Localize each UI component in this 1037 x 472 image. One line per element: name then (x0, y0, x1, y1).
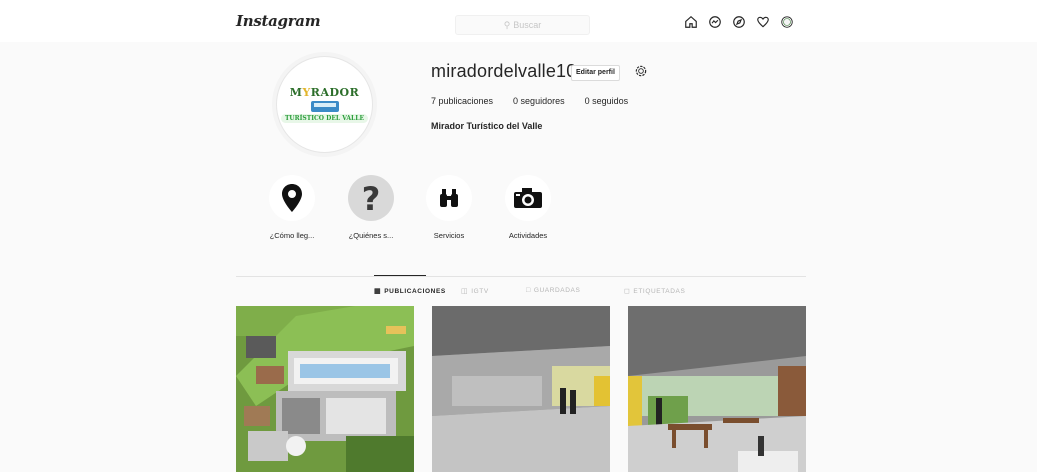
highlight-servicios[interactable]: Servicios (414, 175, 484, 240)
active-tab-indicator (374, 275, 426, 276)
followers-count[interactable]: 0 seguidores (513, 96, 565, 106)
highlight-circle (426, 175, 472, 221)
search-placeholder: Buscar (513, 20, 542, 30)
bus-icon (310, 101, 339, 112)
settings-gear-icon[interactable] (634, 64, 648, 78)
instagram-logo[interactable]: Instagram (236, 12, 321, 30)
avatar-logo-text: MYRADOR (289, 86, 360, 99)
highlight-circle (269, 175, 315, 221)
highlight-label: Actividades (508, 231, 548, 240)
heart-icon[interactable] (755, 14, 771, 30)
search-icon: ⚲ (503, 19, 511, 30)
tab-label: PUBLICACIONES (384, 287, 446, 295)
highlight-circle: ? (348, 175, 394, 221)
profile-avatar[interactable]: MYRADOR TURÍSTICO DEL VALLE (276, 56, 373, 153)
post-thumbnail-terrace-render[interactable] (628, 306, 806, 472)
search-input[interactable]: ⚲ Buscar (455, 15, 590, 35)
highlight-actividades[interactable]: Actividades (493, 175, 563, 240)
tag-icon: ◻ (624, 288, 631, 295)
avatar-logo-subtitle: TURÍSTICO DEL VALLE (280, 114, 369, 123)
tab-etiquetadas[interactable]: ◻ ETIQUETADAS (624, 287, 686, 296)
svg-text:?: ? (362, 182, 381, 214)
bookmark-icon: □ (526, 287, 531, 294)
tab-igtv[interactable]: ◫ IGTV (461, 287, 489, 296)
tab-publicaciones[interactable]: ▦ PUBLICACIONES (374, 287, 446, 296)
tab-guardadas[interactable]: □ GUARDADAS (526, 287, 580, 294)
map-pin-icon (282, 184, 302, 212)
grid-icon: ▦ (374, 288, 382, 295)
highlight-como-llegar[interactable]: ¿Cómo lleg... (257, 175, 327, 240)
posts-count: 7 publicaciones (431, 96, 494, 106)
tab-label: ETIQUETADAS (633, 287, 686, 295)
following-count[interactable]: 0 seguidos (585, 96, 629, 106)
binoculars-icon (440, 189, 458, 207)
highlight-label: Servicios (433, 231, 465, 240)
tabs-divider (236, 276, 806, 277)
tab-label: IGTV (471, 287, 489, 295)
profile-stats: 7 publicaciones 0 seguidores 0 seguidos (431, 96, 648, 106)
explore-icon[interactable] (731, 14, 747, 30)
camera-icon (514, 188, 542, 208)
highlight-circle (505, 175, 551, 221)
highlight-quienes-somos[interactable]: ? ¿Quiénes s... (336, 175, 406, 240)
post-thumbnail-interior-render[interactable] (432, 306, 610, 472)
messenger-icon[interactable] (707, 14, 723, 30)
top-navigation-bar: Instagram ⚲ Buscar (0, 0, 1037, 43)
igtv-icon: ◫ (461, 288, 469, 295)
profile-icon[interactable] (779, 14, 795, 30)
tab-label: GUARDADAS (533, 287, 581, 294)
nav-icons (683, 14, 795, 30)
edit-profile-button[interactable]: Editar perfil (571, 65, 620, 81)
profile-username: miradordelvalle10 (431, 61, 577, 81)
home-icon[interactable] (683, 14, 699, 30)
post-thumbnail-aerial-render[interactable] (236, 306, 414, 472)
question-mark-icon: ? (362, 182, 381, 214)
highlight-label: ¿Cómo lleg... (269, 231, 315, 240)
profile-full-name: Mirador Turístico del Valle (431, 121, 543, 131)
highlight-label: ¿Quiénes s... (348, 231, 394, 240)
